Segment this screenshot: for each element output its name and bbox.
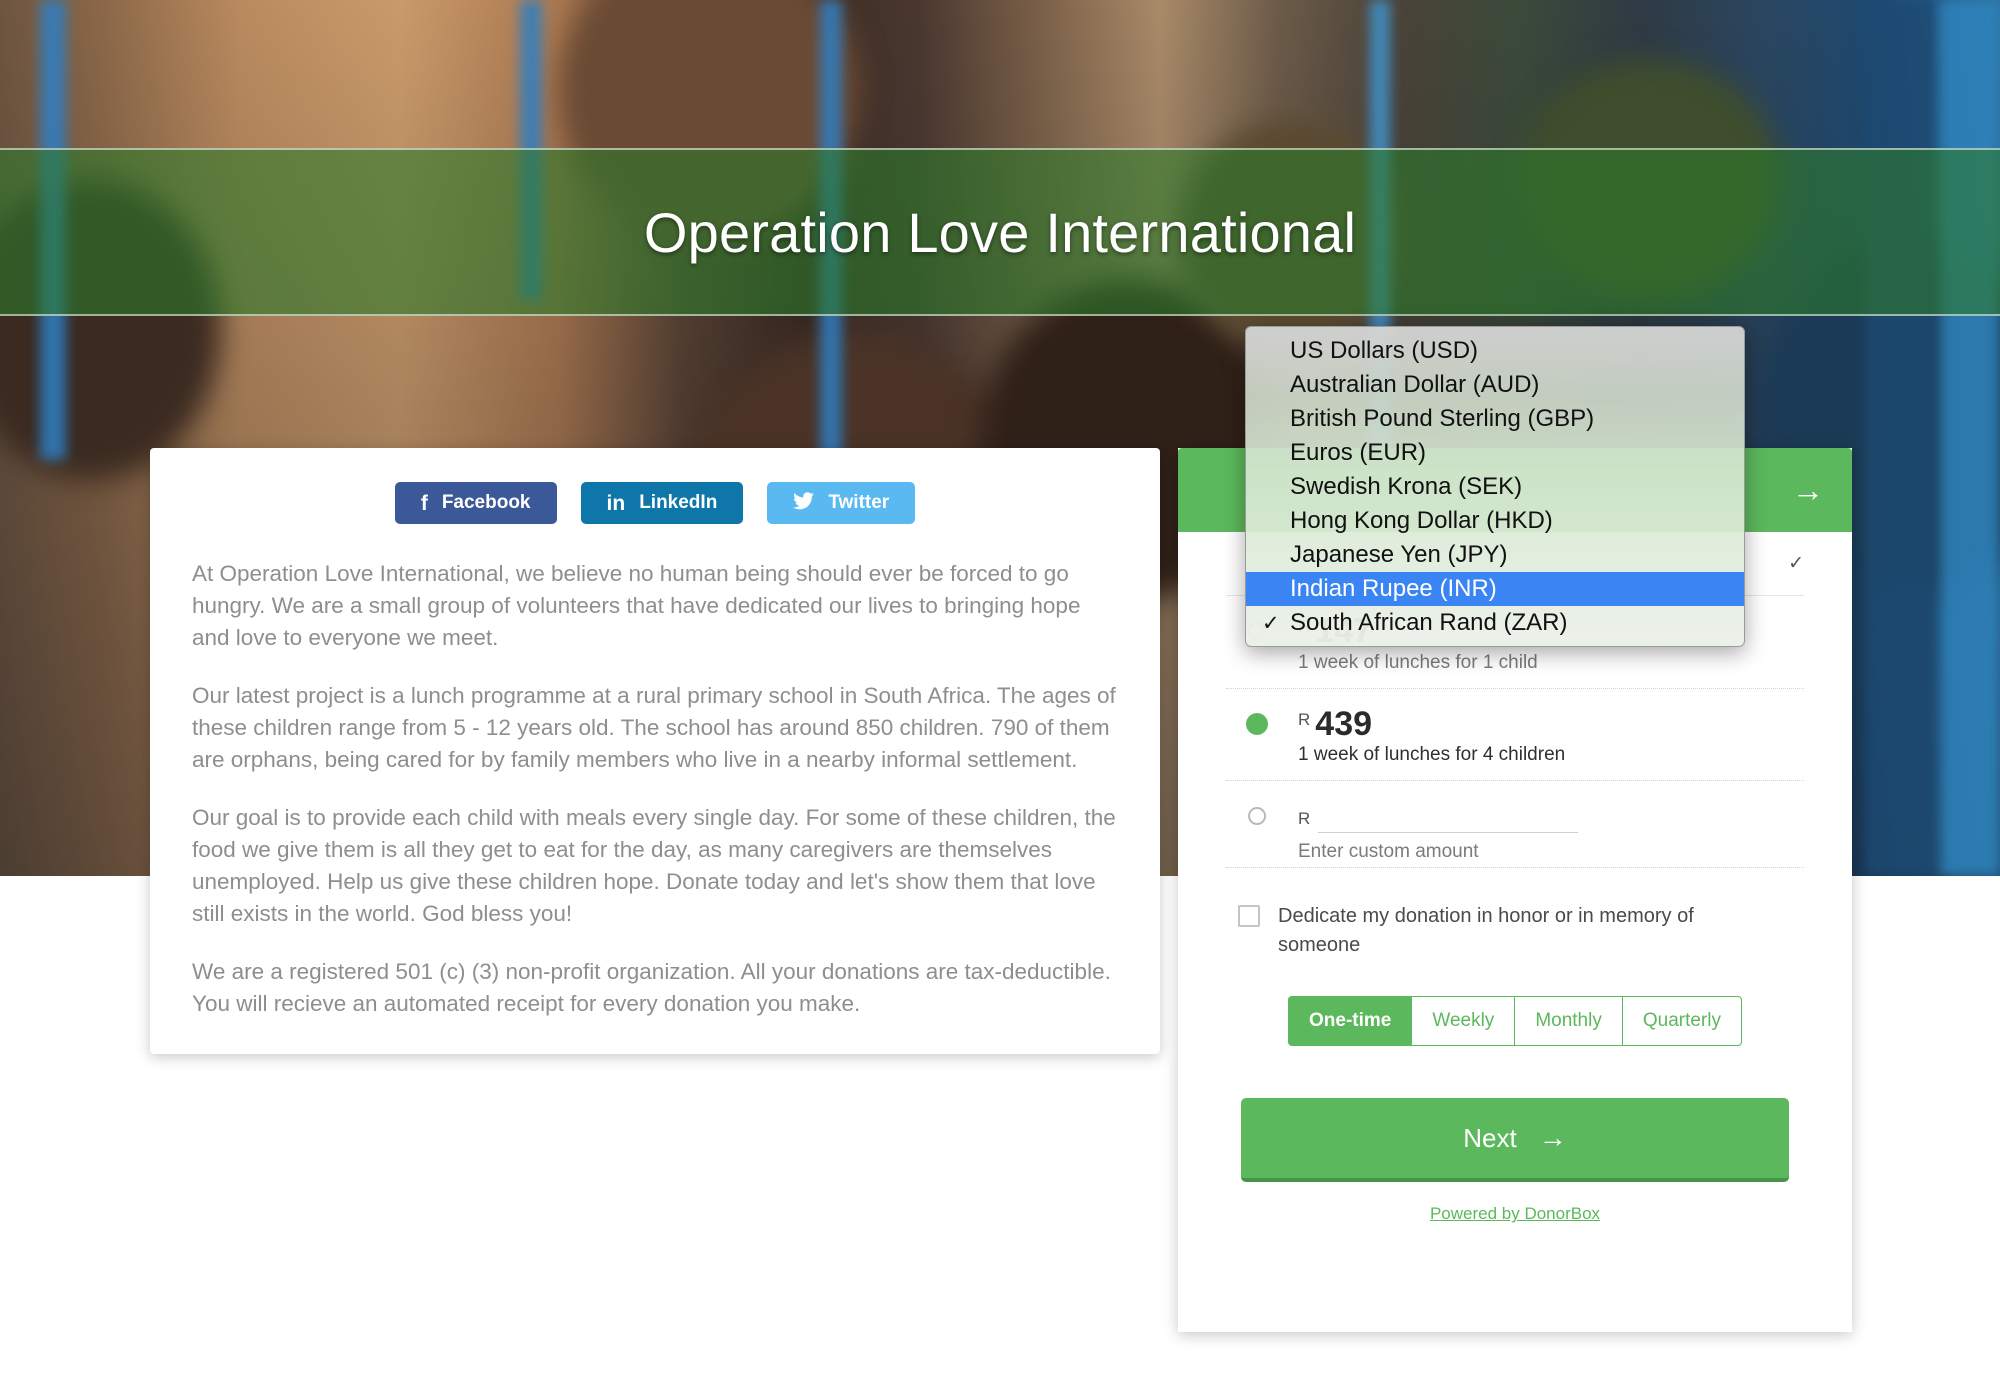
currency-option-label: British Pound Sterling (GBP) [1290,405,1595,432]
frequency-tab-monthly[interactable]: Monthly [1514,996,1622,1047]
arrow-right-icon: → [1538,1122,1567,1154]
page-title: Operation Love International [643,200,1357,264]
currency-option-label: Indian Rupee (INR) [1290,575,1497,602]
custom-amount-row[interactable]: R Enter custom amount [1226,781,1804,869]
currency-option-sek[interactable]: Swedish Krona (SEK) [1246,470,1744,504]
twitter-icon [793,492,815,514]
next-button-label: Next [1463,1122,1517,1153]
donation-page: Operation Love International f Facebook … [0,0,2000,1396]
currency-option-label: Australian Dollar (AUD) [1290,371,1540,398]
currency-option-eur[interactable]: Euros (EUR) [1246,436,1744,470]
linkedin-icon: in [606,491,626,515]
custom-amount-input[interactable] [1318,799,1579,834]
share-linkedin-button[interactable]: in LinkedIn [580,482,744,524]
about-paragraph-2: Our latest project is a lunch programme … [192,683,1116,772]
next-button[interactable]: Next → [1241,1098,1789,1183]
share-facebook-label: Facebook [441,492,531,513]
currency-option-jpy[interactable]: Japanese Yen (JPY) [1246,538,1744,572]
arrow-right-icon: → [1792,472,1824,508]
amount-value: 439 [1315,704,1373,743]
share-twitter-label: Twitter [828,492,890,513]
check-icon: ✓ [1262,611,1280,635]
custom-amount-line: R [1298,799,1804,834]
custom-amount-hint: Enter custom amount [1298,841,1479,863]
about-paragraph-3: Our goal is to provide each child with m… [192,805,1116,926]
dedicate-donation-label: Dedicate my donation in honor or in memo… [1278,905,1694,957]
share-linkedin-label: LinkedIn [639,492,718,513]
frequency-tab-one-time[interactable]: One-time [1288,996,1412,1047]
about-paragraph-4: We are a registered 501 (c) (3) non-prof… [192,959,1111,1016]
currency-option-inr[interactable]: Indian Rupee (INR) [1246,572,1744,606]
currency-option-label: Euros (EUR) [1290,439,1427,466]
currency-symbol: R [1298,709,1311,729]
currency-option-zar[interactable]: ✓ South African Rand (ZAR) [1246,606,1744,640]
amount-option-row[interactable]: R 439 1 week of lunches for 4 children [1226,689,1804,782]
frequency-tab-group: One-time Weekly Monthly Quarterly [1226,996,1804,1047]
currency-option-label: Swedish Krona (SEK) [1290,473,1523,500]
share-twitter-button[interactable]: Twitter [767,482,916,524]
about-paragraph-1: At Operation Love International, we beli… [192,561,1081,650]
currency-option-label: Hong Kong Dollar (HKD) [1290,507,1553,534]
frequency-tab-quarterly[interactable]: Quarterly [1621,996,1742,1047]
about-card: f Facebook in LinkedIn Twitter At Operat… [150,448,1160,1054]
currency-option-label: US Dollars (USD) [1290,337,1479,364]
amount-description: 1 week of lunches for 1 child [1298,651,1538,673]
share-facebook-button[interactable]: f Facebook [394,482,557,524]
currency-option-label: South African Rand (ZAR) [1290,609,1568,636]
amount-line: R 439 [1298,704,1804,743]
currency-option-usd[interactable]: US Dollars (USD) [1246,334,1744,368]
donorbox-link[interactable]: Powered by DonorBox [1430,1204,1600,1223]
amount-description: 1 week of lunches for 4 children [1298,744,1566,766]
currency-option-gbp[interactable]: British Pound Sterling (GBP) [1246,402,1744,436]
title-banner: Operation Love International [0,148,2000,316]
radio-icon[interactable] [1248,807,1266,826]
currency-symbol: R [1298,809,1311,829]
currency-option-hkd[interactable]: Hong Kong Dollar (HKD) [1246,504,1744,538]
powered-by: Powered by DonorBox [1226,1204,1804,1224]
currency-option-label: Japanese Yen (JPY) [1290,541,1508,568]
dedicate-donation-row[interactable]: Dedicate my donation in honor or in memo… [1226,902,1804,960]
frequency-tab-weekly[interactable]: Weekly [1411,996,1515,1047]
currency-option-aud[interactable]: Australian Dollar (AUD) [1246,368,1744,402]
social-share-row: f Facebook in LinkedIn Twitter [192,482,1118,524]
facebook-icon: f [420,491,428,515]
checkbox-icon[interactable] [1238,905,1260,928]
check-icon: ✓ [1788,553,1804,574]
currency-dropdown-menu[interactable]: US Dollars (USD) Australian Dollar (AUD)… [1245,326,1745,647]
radio-icon[interactable] [1246,712,1268,735]
